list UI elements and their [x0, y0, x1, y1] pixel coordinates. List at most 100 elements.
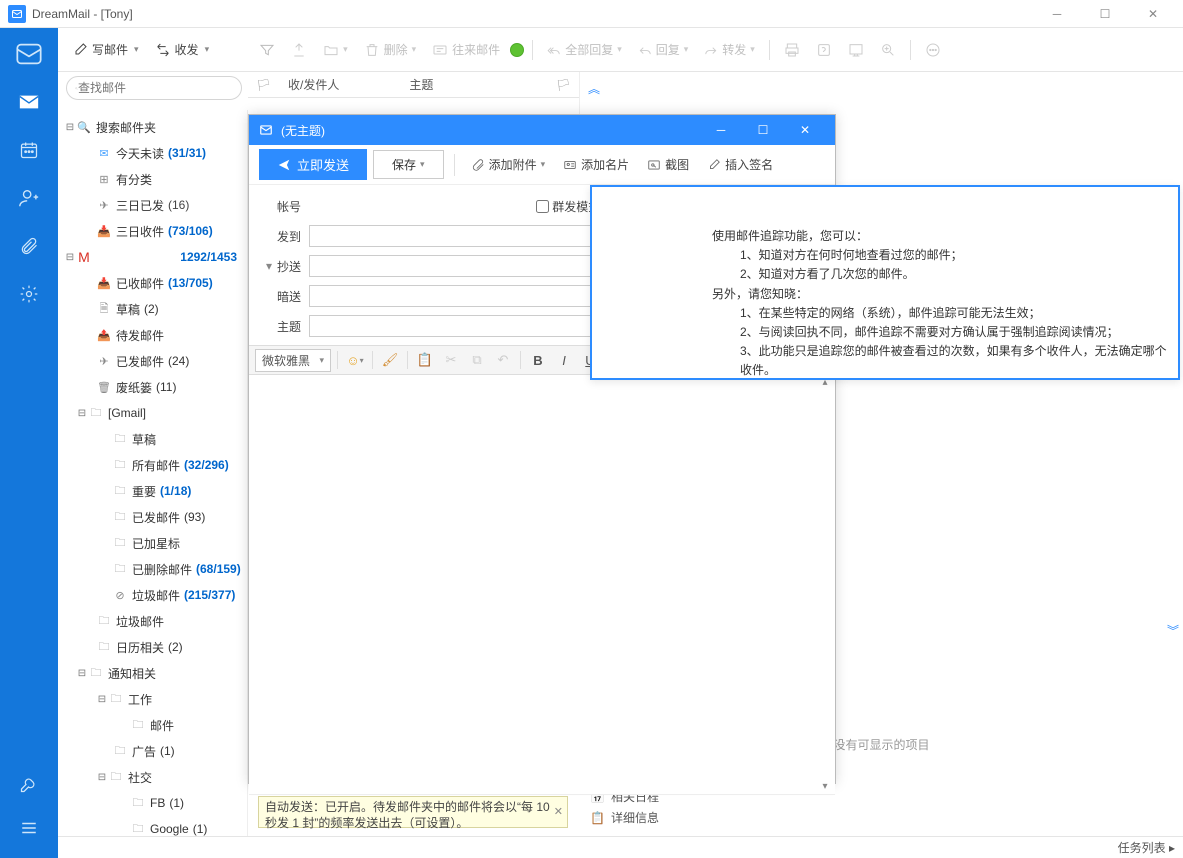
notice-text: 自动发送：已开启。待发邮件夹中的邮件将会以“每 10 秒发 1 封”的频率发送出…: [265, 800, 550, 830]
compose-toolbar-button[interactable]: 写邮件▾: [66, 37, 145, 62]
format-painter-icon[interactable]: 🖌: [379, 349, 401, 371]
folder-outbox[interactable]: 📤待发邮件: [60, 322, 245, 348]
forward-label: 转发: [722, 41, 746, 58]
folder-drafts[interactable]: 🗎草稿(2): [60, 296, 245, 322]
search-folders-group[interactable]: ⊟🔍搜索邮件夹: [60, 114, 245, 140]
settings-rail-icon[interactable]: [15, 280, 43, 308]
close-button[interactable]: ✕: [1131, 3, 1175, 25]
delete-label: 删除: [384, 41, 408, 58]
folder-fb[interactable]: 🗀FB(1): [60, 790, 245, 816]
collapse-expand-icon[interactable]: ︾: [1167, 622, 1179, 639]
account-display[interactable]: [309, 199, 528, 213]
calendar-rail-icon[interactable]: [15, 136, 43, 164]
menu-rail-icon[interactable]: [15, 814, 43, 842]
main-window-titlebar: DreamMail - [Tony] ─ ☐ ✕: [0, 0, 1183, 28]
folder-gmail-sent[interactable]: 🗀已发邮件(93): [60, 504, 245, 530]
window-title: DreamMail - [Tony]: [32, 7, 133, 21]
search-input[interactable]: [78, 81, 233, 95]
bcc-label: 暗送: [263, 288, 309, 305]
message-list-header: 🏳 收/发件人 主题 🏳: [248, 72, 579, 98]
reply-label: 回复: [656, 41, 680, 58]
cut-icon[interactable]: ✂: [440, 349, 462, 371]
mail-account[interactable]: ⊟M1292/1453: [60, 244, 245, 270]
folder-categorized[interactable]: ⊞有分类: [60, 166, 245, 192]
editor-scrollbar[interactable]: ▴▾: [817, 377, 833, 792]
folder-sent[interactable]: ✈已发邮件(24): [60, 348, 245, 374]
replyall-button: 全部回复▾: [541, 37, 628, 62]
col-subject[interactable]: 主题: [409, 76, 433, 93]
replyall-label: 全部回复: [565, 41, 613, 58]
compose-titlebar: (无主题) ─ ☐ ✕: [249, 115, 835, 145]
folder-gmail-important[interactable]: 🗀重要(1/18): [60, 478, 245, 504]
minimize-button[interactable]: ─: [1035, 3, 1079, 25]
logo-icon: [15, 40, 43, 68]
folder-ads[interactable]: 🗀广告(1): [60, 738, 245, 764]
mark-icon: [285, 38, 313, 62]
save-button[interactable]: 保存▾: [373, 150, 444, 179]
folder-sent-3days[interactable]: ✈三日已发(16): [60, 192, 245, 218]
account-label: 帐号: [263, 198, 309, 215]
tools-rail-icon[interactable]: [15, 770, 43, 798]
folder-gmail-all[interactable]: 🗀所有邮件(32/296): [60, 452, 245, 478]
signature-button[interactable]: 插入签名: [701, 152, 779, 177]
compose-maximize-button[interactable]: ☐: [743, 119, 783, 141]
folder-gmail[interactable]: ⊟🗀[Gmail]: [60, 400, 245, 426]
folder-gmail-starred[interactable]: 🗀已加星标: [60, 530, 245, 556]
sendrecv-label: 收发: [175, 41, 199, 58]
folder-work-mail[interactable]: 🗀邮件: [60, 712, 245, 738]
filter-icon[interactable]: [253, 38, 281, 62]
folder-trash[interactable]: 🗑废纸篓(11): [60, 374, 245, 400]
compose-label: 写邮件: [92, 41, 128, 58]
move-icon: ▾: [317, 38, 354, 62]
font-selector[interactable]: 微软雅黑▾: [255, 349, 331, 372]
add-card-button[interactable]: 添加名片: [557, 152, 635, 177]
maximize-button[interactable]: ☐: [1083, 3, 1127, 25]
task-list-link[interactable]: 任务列表 ▸: [1118, 839, 1175, 856]
cc-label: 抄送: [275, 258, 309, 275]
related-mail-button: 往来邮件: [426, 37, 506, 62]
folder-social[interactable]: ⊟🗀社交: [60, 764, 245, 790]
undo-icon[interactable]: ↶: [492, 349, 514, 371]
bold-icon[interactable]: B: [527, 349, 549, 371]
folder-tree: ⊟🔍搜索邮件夹 ✉今天未读(31/31) ⊞有分类 ✈三日已发(16) 📥三日收…: [58, 110, 248, 858]
attach-button[interactable]: 添加附件▾: [465, 152, 552, 177]
notice-close-icon[interactable]: ✕: [554, 805, 563, 819]
folder-calendar[interactable]: 🗀日历相关(2): [60, 634, 245, 660]
folder-today-unread[interactable]: ✉今天未读(31/31): [60, 140, 245, 166]
folder-inbox[interactable]: 📥已收邮件(13/705): [60, 270, 245, 296]
main-toolbar: 写邮件▾ 收发▾ ▾ 删除▾ 往来邮件 全部回复▾ 回复▾ 转发▾: [58, 28, 1183, 72]
folder-recv-3days[interactable]: 📥三日收件(73/106): [60, 218, 245, 244]
sendrecv-toolbar-button[interactable]: 收发▾: [149, 37, 216, 62]
folder-gmail-deleted[interactable]: 🗀已删除邮件(68/159): [60, 556, 245, 582]
compose-minimize-button[interactable]: ─: [701, 119, 741, 141]
help-icon: [810, 38, 838, 62]
send-button[interactable]: 立即发送: [259, 149, 367, 180]
status-indicator-icon[interactable]: [510, 43, 524, 57]
folder-work[interactable]: ⊟🗀工作: [60, 686, 245, 712]
search-mail-box[interactable]: [66, 76, 242, 100]
autosend-notice: 自动发送：已开启。待发邮件夹中的邮件将会以“每 10 秒发 1 封”的频率发送出…: [258, 796, 568, 828]
compose-close-button[interactable]: ✕: [785, 119, 825, 141]
reply-button: 回复▾: [632, 37, 695, 62]
app-icon: [8, 5, 26, 23]
copy-icon[interactable]: ⧉: [466, 349, 488, 371]
screenshot-button[interactable]: 截图: [641, 152, 695, 177]
editor-body[interactable]: ▴▾: [249, 375, 835, 795]
folder-gmail-drafts[interactable]: 🗀草稿: [60, 426, 245, 452]
cc-expand-icon[interactable]: ▾: [263, 259, 275, 273]
compose-title: (无主题): [281, 122, 325, 139]
compose-toolbar: 立即发送 保存▾ 添加附件▾ 添加名片 截图 插入签名: [249, 145, 835, 185]
col-sender[interactable]: 收/发件人: [288, 76, 339, 93]
folder-gmail-spam[interactable]: ⊘垃圾邮件(215/377): [60, 582, 245, 608]
details-item[interactable]: 📋详细信息: [590, 809, 659, 826]
folder-notifications[interactable]: ⊟🗀通知相关: [60, 660, 245, 686]
paste-icon[interactable]: 📋: [414, 349, 436, 371]
contacts-rail-icon[interactable]: [15, 184, 43, 212]
emoji-icon[interactable]: ☺▾: [344, 349, 366, 371]
collapse-up-icon[interactable]: ︽: [580, 72, 1183, 105]
folder-spam[interactable]: 🗀垃圾邮件: [60, 608, 245, 634]
tracking-tooltip: 使用邮件追踪功能，您可以： 1、知道对方在何时何地查看过您的邮件； 2、知道对方…: [590, 185, 1180, 380]
mail-rail-icon[interactable]: [15, 88, 43, 116]
italic-icon[interactable]: I: [553, 349, 575, 371]
attachment-rail-icon[interactable]: [15, 232, 43, 260]
